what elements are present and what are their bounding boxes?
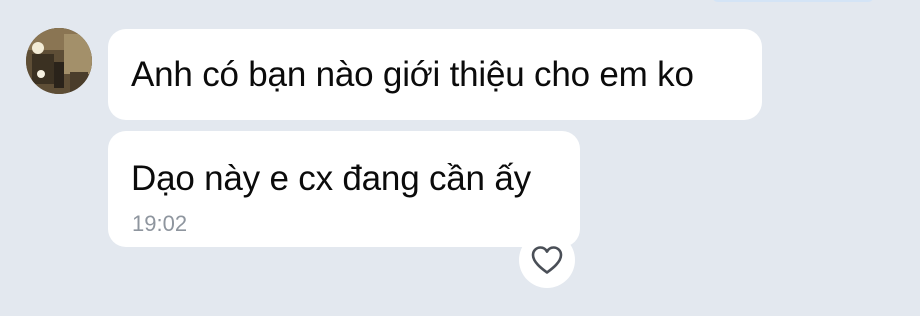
react-heart-button[interactable] (519, 232, 575, 288)
avatar-photo-icon (26, 28, 92, 94)
message-text: Dạo này e cx đang cần ấy (131, 159, 531, 198)
incoming-message-bubble[interactable]: Anh có bạn nào giới thiệu cho em ko (108, 29, 762, 120)
sender-avatar[interactable] (26, 28, 92, 94)
incoming-message-bubble[interactable]: Dạo này e cx đang cần ấy 19:02 (108, 131, 580, 247)
message-timestamp: 19:02 (132, 211, 188, 236)
heart-outline-icon (530, 245, 564, 275)
previous-outgoing-message-bubble[interactable] (712, 0, 874, 2)
message-text: Anh có bạn nào giới thiệu cho em ko (131, 55, 694, 94)
